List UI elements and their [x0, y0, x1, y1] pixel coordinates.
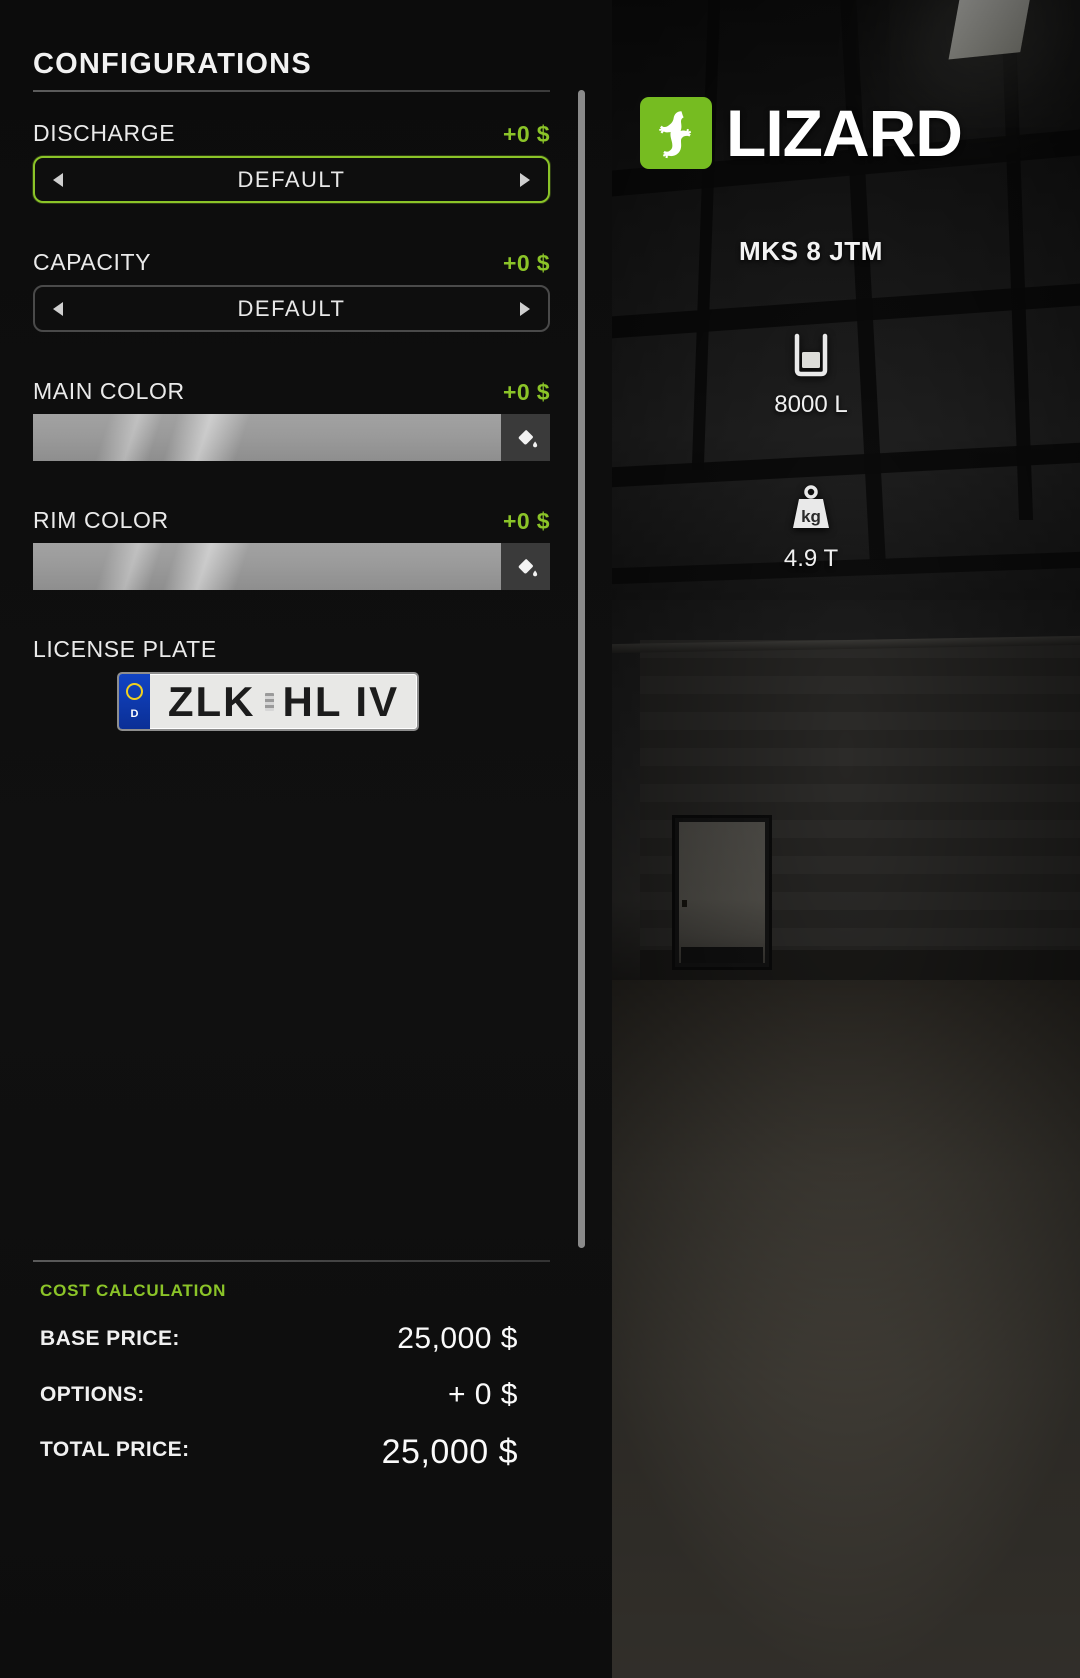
license-plate-eu-band: D [119, 674, 150, 729]
capacity-selector[interactable]: DEFAULT [33, 285, 550, 332]
discharge-prev-arrow-icon[interactable] [35, 158, 81, 201]
config-label-capacity: CAPACITY [33, 249, 152, 275]
rim-color-control[interactable] [33, 543, 550, 590]
rim-color-paint-bucket-button[interactable] [501, 543, 550, 590]
license-plate-field[interactable]: D ZLK HL IV [117, 672, 419, 731]
configurations-panel: CONFIGURATIONS DISCHARGE +0 $ DEFAULT CA… [0, 0, 612, 1678]
cost-row-total-price: TOTAL PRICE: 25,000 $ [40, 1433, 518, 1478]
cost-calculation-title: COST CALCULATION [40, 1281, 227, 1300]
config-price-capacity: +0 $ [502, 250, 550, 276]
discharge-next-arrow-icon[interactable] [502, 158, 548, 201]
cost-divider [33, 1260, 550, 1262]
cost-row-base-price: BASE PRICE: 25,000 $ [40, 1322, 518, 1367]
tank-icon [612, 326, 1010, 382]
capacity-next-arrow-icon[interactable] [502, 287, 548, 330]
eu-stars-icon [126, 683, 143, 701]
config-label-main-color: MAIN COLOR [33, 378, 185, 404]
license-plate-suffix: HL IV [282, 677, 400, 725]
config-price-main-color: +0 $ [502, 379, 550, 405]
spec-weight-value: 4.9 T [783, 545, 839, 572]
config-price-rim-color: +0 $ [502, 508, 550, 534]
config-label-discharge: DISCHARGE [33, 120, 176, 146]
spec-capacity: 8000 L [612, 326, 1010, 419]
config-label-rim-color: RIM COLOR [33, 507, 169, 533]
lizard-logo-icon [640, 96, 712, 169]
cost-label-base-price: BASE PRICE: [40, 1327, 180, 1350]
brand-name: LIZARD [726, 95, 963, 170]
config-price-discharge: +0 $ [502, 121, 550, 147]
cost-label-options: OPTIONS: [40, 1383, 145, 1406]
config-label-license-plate: LICENSE PLATE [33, 636, 217, 662]
rim-color-swatch[interactable] [33, 543, 501, 590]
cost-value-base-price: 25,000 $ [397, 1322, 518, 1355]
title-divider [33, 90, 550, 92]
main-color-control[interactable] [33, 414, 550, 461]
cost-value-total-price: 25,000 $ [381, 1433, 518, 1471]
vehicle-model-name: MKS 8 JTM [738, 236, 884, 266]
main-color-paint-bucket-button[interactable] [501, 414, 550, 461]
license-plate-text: ZLK HL IV [150, 674, 417, 729]
svg-text:kg: kg [801, 507, 821, 526]
spec-weight: kg 4.9 T [612, 480, 1010, 573]
cost-value-options: + 0 $ [447, 1378, 518, 1411]
cost-row-options: OPTIONS: + 0 $ [40, 1378, 518, 1423]
vehicle-configuration-screen: LIZARD MKS 8 JTM 8000 L kg 4.9 T CONFIGU… [0, 0, 1080, 1678]
discharge-selector[interactable]: DEFAULT [33, 156, 550, 203]
weight-icon: kg [612, 480, 1010, 536]
cost-label-total-price: TOTAL PRICE: [40, 1438, 190, 1461]
spec-capacity-value: 8000 L [774, 391, 848, 418]
license-plate-seal-icon [264, 692, 274, 711]
license-plate-prefix: ZLK [167, 677, 256, 725]
capacity-selected-value: DEFAULT [237, 295, 346, 321]
brand-header: LIZARD [640, 95, 1000, 170]
panel-scrollbar-thumb[interactable] [578, 90, 585, 1248]
page-title: CONFIGURATIONS [33, 48, 312, 80]
discharge-selected-value: DEFAULT [237, 166, 346, 192]
main-color-swatch[interactable] [33, 414, 501, 461]
capacity-prev-arrow-icon[interactable] [35, 287, 81, 330]
license-plate-country-code: D [130, 707, 139, 720]
